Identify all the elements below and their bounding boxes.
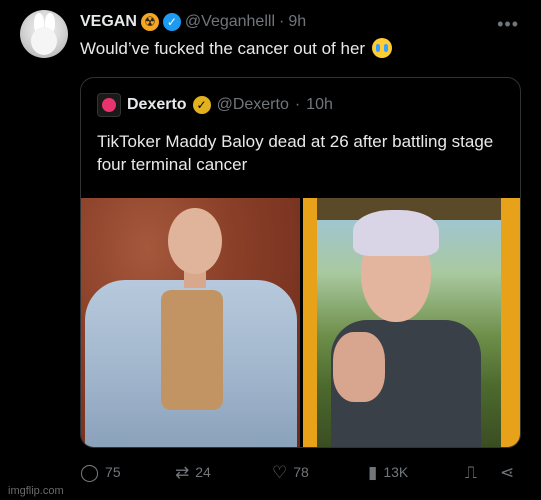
photo-shoulder-shape bbox=[333, 332, 385, 402]
repost-button[interactable]: ⇄ 24 bbox=[175, 458, 211, 486]
tweet-text: Would’ve fucked the cancer out of her bbox=[80, 38, 392, 59]
quoted-tweet-header: Dexerto ✓ @Dexerto · 10h bbox=[97, 93, 333, 117]
views-button[interactable]: ▮ 13K bbox=[368, 458, 408, 486]
photo-window-frame bbox=[501, 198, 520, 447]
repost-count: 24 bbox=[195, 464, 211, 480]
avatar-face bbox=[31, 27, 57, 55]
quoted-tweet-text: TikToker Maddy Baloy dead at 26 after ba… bbox=[97, 132, 494, 174]
tweet-timestamp[interactable]: 9h bbox=[288, 13, 306, 31]
heart-icon: ♡ bbox=[272, 462, 288, 482]
author-avatar[interactable] bbox=[20, 10, 68, 58]
dexerto-logo-icon bbox=[97, 93, 121, 117]
repost-icon: ⇄ bbox=[175, 462, 190, 482]
bookmark-button[interactable]: ⎍ bbox=[465, 458, 477, 486]
author-name[interactable]: VEGAN bbox=[80, 13, 137, 31]
views-icon: ▮ bbox=[368, 462, 378, 482]
reply-count: 75 bbox=[105, 464, 121, 480]
tweet-text-body: Would’ve fucked the cancer out of her bbox=[80, 39, 366, 58]
more-icon[interactable]: ••• bbox=[497, 14, 519, 35]
tweet: VEGAN ☢ ✓ @Veganhelll · 9h ••• Would’ve … bbox=[0, 0, 541, 500]
quoted-timestamp[interactable]: 10h bbox=[306, 96, 333, 114]
views-count: 13K bbox=[383, 464, 409, 480]
quoted-author-handle[interactable]: @Dexerto bbox=[217, 96, 289, 114]
radioactive-icon: ☢ bbox=[140, 13, 159, 31]
quoted-tweet[interactable]: Dexerto ✓ @Dexerto · 10h TikToker Maddy … bbox=[80, 77, 521, 448]
photo-woman-denim-jacket[interactable] bbox=[81, 198, 300, 447]
photo-headscarf-shape bbox=[353, 210, 439, 256]
verified-badge-icon[interactable]: ✓ bbox=[162, 13, 181, 31]
photo-top-shape bbox=[161, 290, 223, 410]
separator-dot: · bbox=[294, 96, 301, 113]
share-icon: ⋖ bbox=[500, 462, 515, 482]
photo-woman-headscarf[interactable] bbox=[303, 198, 520, 447]
tweet-header: VEGAN ☢ ✓ @Veganhelll · 9h bbox=[80, 12, 306, 32]
imgflip-watermark: imgflip.com bbox=[8, 485, 64, 497]
quoted-author-name[interactable]: Dexerto bbox=[127, 96, 187, 114]
photo-window-frame bbox=[303, 198, 317, 447]
photo-head-shape bbox=[168, 208, 222, 274]
reply-button[interactable]: ◯ 75 bbox=[80, 458, 121, 486]
reply-icon: ◯ bbox=[80, 462, 100, 482]
like-count: 78 bbox=[293, 464, 309, 480]
separator-dot: · bbox=[279, 13, 285, 30]
author-handle[interactable]: @Veganhelll bbox=[185, 13, 275, 31]
gold-verified-badge-icon: ✓ bbox=[192, 96, 211, 114]
crying-face-emoji-icon bbox=[371, 38, 392, 58]
bookmark-icon: ⎍ bbox=[465, 462, 477, 482]
action-bar: ◯ 75 ⇄ 24 ♡ 78 ▮ 13K ⎍ ⋖ bbox=[80, 458, 521, 486]
like-button[interactable]: ♡ 78 bbox=[272, 458, 309, 486]
share-button[interactable]: ⋖ bbox=[500, 458, 514, 486]
